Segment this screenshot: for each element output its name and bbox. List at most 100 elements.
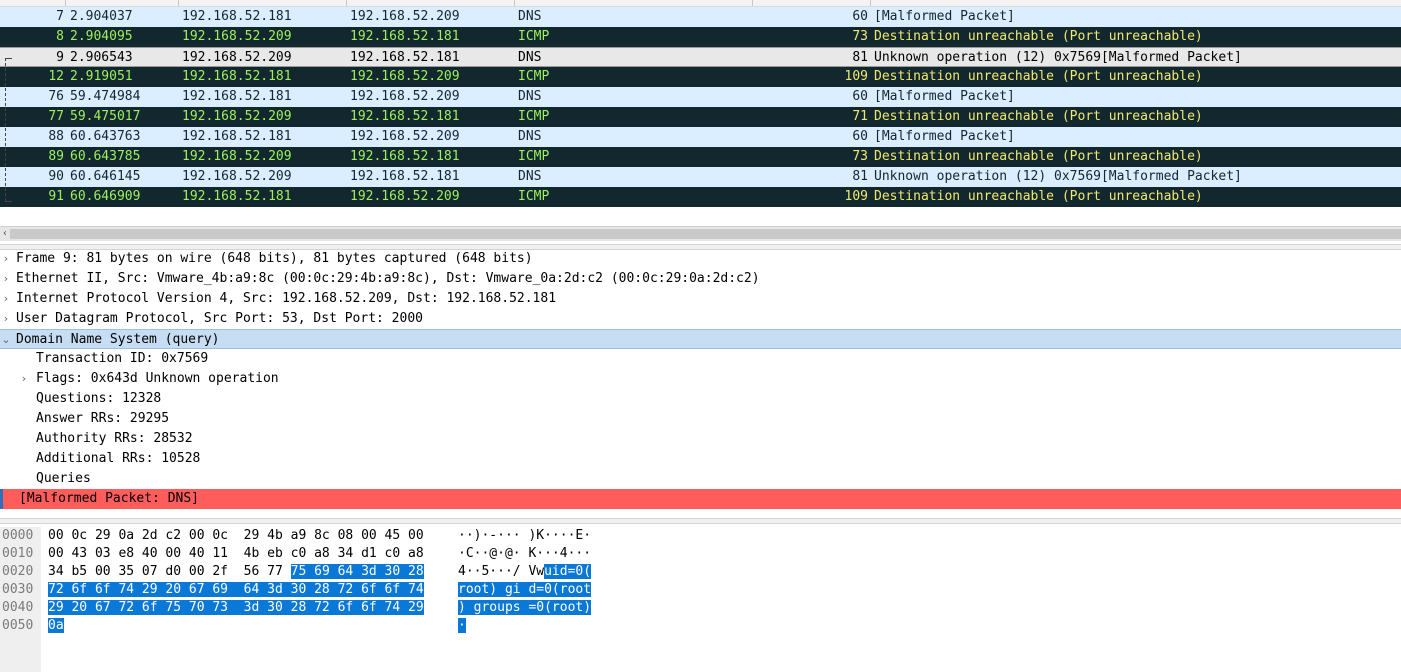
ascii-bytes[interactable]: · — [458, 617, 466, 635]
detail-tree-label: Ethernet II, Src: Vmware_4b:a9:8c (00:0c… — [16, 271, 760, 286]
ascii-bytes[interactable]: ·C··@·@· K···4··· — [458, 545, 591, 563]
hex-bytes[interactable]: 29 20 67 72 6f 75 70 73 3d 30 28 72 6f 6… — [48, 599, 424, 617]
chevron-right-icon[interactable]: › — [0, 249, 12, 269]
packet-time: 60.646145 — [70, 169, 141, 184]
detail-tree-item[interactable]: Answer RRs: 29295 — [0, 409, 1401, 429]
detail-tree-item[interactable]: › Internet Protocol Version 4, Src: 192.1… — [0, 289, 1401, 309]
ascii-bytes[interactable]: 4··5···/ Vwuid=0( — [458, 563, 592, 581]
bytes-row: 0030 72 6f 6f 74 29 20 67 69 64 3d 30 28 … — [0, 581, 1401, 599]
hex-bytes[interactable]: 00 0c 29 0a 2d c2 00 0c 29 4b a9 8c 08 0… — [48, 527, 424, 545]
detail-tree-item[interactable]: › Ethernet II, Src: Vmware_4b:a9:8c (00:0… — [0, 269, 1401, 289]
packet-destination: 192.168.52.209 — [350, 9, 460, 24]
packet-detail-tree[interactable]: › Frame 9: 81 bytes on wire (648 bits), 8… — [0, 249, 1401, 514]
ascii-bytes[interactable]: ) groups =0(root) — [458, 599, 592, 617]
byte-offset: 0020 — [2, 564, 34, 579]
packet-row[interactable]: 77 59.475017 192.168.52.209 192.168.52.181 I… — [0, 107, 1401, 127]
hex-bytes-highlighted: 75 69 64 3d 30 28 — [290, 564, 424, 579]
detail-tree-label: Additional RRs: 10528 — [36, 451, 201, 466]
packet-length: 73 — [852, 149, 868, 164]
byte-offset: 0010 — [2, 546, 34, 561]
detail-tree-label: Questions: 12328 — [36, 391, 162, 406]
detail-tree-label: [Malformed Packet: DNS] — [19, 491, 200, 506]
packet-info: Destination unreachable (Port unreachabl… — [874, 29, 1203, 44]
hex-bytes-highlighted: 72 6f 6f 74 29 20 67 69 64 3d 30 28 72 6… — [48, 582, 424, 597]
packet-time: 60.643785 — [70, 149, 141, 164]
packet-info: [Malformed Packet] — [874, 9, 1015, 24]
detail-tree-item[interactable]: › Flags: 0x643d Unknown operation — [0, 369, 1401, 389]
detail-tree-item[interactable]: Authority RRs: 28532 — [0, 429, 1401, 449]
packet-row[interactable]: 7 2.904037 192.168.52.181 192.168.52.209 DNS… — [0, 7, 1401, 27]
scroll-left-arrow-icon[interactable]: ‹ — [0, 227, 10, 241]
packet-row[interactable]: 12 2.919051 192.168.52.181 192.168.52.209 IC… — [0, 67, 1401, 87]
packet-protocol: ICMP — [518, 29, 550, 44]
hex-bytes[interactable]: 00 43 03 e8 40 00 40 11 4b eb c0 a8 34 d… — [48, 545, 424, 563]
hex-bytes-plain: 34 b5 00 35 07 d0 00 2f 56 77 — [48, 564, 291, 579]
packet-row[interactable]: 89 60.643785 192.168.52.209 192.168.52.181 I… — [0, 147, 1401, 167]
packet-source: 192.168.52.209 — [182, 109, 292, 124]
byte-offset: 0040 — [2, 600, 34, 615]
detail-tree-item[interactable]: ⌄ Domain Name System (query) — [0, 329, 1401, 349]
hex-bytes[interactable]: 34 b5 00 35 07 d0 00 2f 56 77 75 69 64 3… — [48, 563, 424, 581]
packet-row[interactable]: 76 59.474984 192.168.52.181 192.168.52.209 D… — [0, 87, 1401, 107]
detail-tree-item[interactable]: Questions: 12328 — [0, 389, 1401, 409]
scrollbar-thumb[interactable] — [10, 229, 1401, 239]
hex-bytes-highlighted: 29 20 67 72 6f 75 70 73 3d 30 28 72 6f 6… — [48, 600, 424, 615]
packet-protocol: DNS — [518, 129, 542, 144]
packet-row[interactable]: 91 60.646909 192.168.52.181 192.168.52.209 I… — [0, 187, 1401, 207]
chevron-right-icon[interactable]: › — [0, 309, 12, 329]
chevron-right-icon[interactable]: › — [0, 289, 12, 309]
byte-offset: 0000 — [2, 528, 34, 543]
packet-row[interactable]: 8 2.904095 192.168.52.209 192.168.52.181 ICM… — [0, 27, 1401, 47]
ascii-bytes-highlighted: · — [458, 618, 466, 633]
packet-row[interactable]: 9 2.906543 192.168.52.209 192.168.52.181 DNS… — [0, 47, 1401, 67]
packet-time: 2.904037 — [70, 9, 133, 24]
ascii-bytes[interactable]: root) gi d=0(root — [458, 581, 592, 599]
chevron-right-icon[interactable]: › — [18, 369, 30, 389]
packet-bytes-pane[interactable]: 0000 00 0c 29 0a 2d c2 00 0c 29 4b a9 8c … — [0, 527, 1401, 672]
detail-tree-item[interactable]: Queries — [0, 469, 1401, 489]
chevron-right-icon[interactable]: › — [0, 269, 12, 289]
detail-tree-item[interactable]: Additional RRs: 10528 — [0, 449, 1401, 469]
ascii-bytes-plain: ·C··@·@· K···4··· — [458, 546, 592, 561]
pane-splitter[interactable] — [0, 518, 1401, 524]
packet-protocol: DNS — [518, 50, 542, 65]
packet-number: 91 — [48, 189, 64, 204]
packet-source: 192.168.52.209 — [182, 29, 292, 44]
related-packets-bracket — [5, 58, 7, 201]
packet-list[interactable]: 7 2.904037 192.168.52.181 192.168.52.209 DNS… — [0, 0, 1401, 222]
packet-protocol: ICMP — [518, 189, 550, 204]
hex-bytes[interactable]: 0a — [48, 617, 64, 635]
packet-time: 60.643763 — [70, 129, 141, 144]
detail-tree-item[interactable]: › User Datagram Protocol, Src Port: 53, D… — [0, 309, 1401, 329]
packet-number: 76 — [48, 89, 64, 104]
packet-time: 59.474984 — [70, 89, 141, 104]
packet-length: 81 — [852, 50, 868, 65]
malformed-packet-row[interactable]: [Malformed Packet: DNS] — [0, 489, 1401, 509]
packet-row[interactable]: 88 60.643763 192.168.52.181 192.168.52.209 D… — [0, 127, 1401, 147]
ascii-bytes[interactable]: ··)·-··· )K····E· — [458, 527, 591, 545]
detail-tree-item[interactable]: › Frame 9: 81 bytes on wire (648 bits), 8… — [0, 249, 1401, 269]
packet-time: 2.904095 — [70, 29, 133, 44]
packet-number: 90 — [48, 169, 64, 184]
byte-offset: 0050 — [2, 618, 34, 633]
packet-protocol: ICMP — [518, 109, 550, 124]
hex-bytes[interactable]: 72 6f 6f 74 29 20 67 69 64 3d 30 28 72 6… — [48, 581, 424, 599]
packet-time: 2.906543 — [70, 50, 133, 65]
chevron-down-icon[interactable]: ⌄ — [0, 330, 12, 350]
ascii-bytes-highlighted: ) groups =0(root) — [458, 600, 592, 615]
horizontal-scrollbar[interactable]: ‹ — [0, 226, 1401, 241]
detail-tree-label: Frame 9: 81 bytes on wire (648 bits), 81… — [16, 251, 533, 266]
packet-number: 89 — [48, 149, 64, 164]
hex-bytes-plain: 00 43 03 e8 40 00 40 11 4b eb c0 a8 34 d… — [48, 546, 424, 561]
hex-bytes-highlighted: 0a — [48, 618, 64, 633]
detail-tree-label: Authority RRs: 28532 — [36, 431, 193, 446]
packet-source: 192.168.52.181 — [182, 69, 292, 84]
packet-info: [Malformed Packet] — [874, 89, 1015, 104]
packet-protocol: ICMP — [518, 69, 550, 84]
detail-tree-item[interactable]: Transaction ID: 0x7569 — [0, 349, 1401, 369]
packet-destination: 192.168.52.181 — [350, 109, 460, 124]
column-header-strip[interactable] — [0, 0, 1401, 7]
bytes-row: 0000 00 0c 29 0a 2d c2 00 0c 29 4b a9 8c … — [0, 527, 1401, 545]
packet-length: 71 — [852, 109, 868, 124]
packet-row[interactable]: 90 60.646145 192.168.52.209 192.168.52.181 D… — [0, 167, 1401, 187]
